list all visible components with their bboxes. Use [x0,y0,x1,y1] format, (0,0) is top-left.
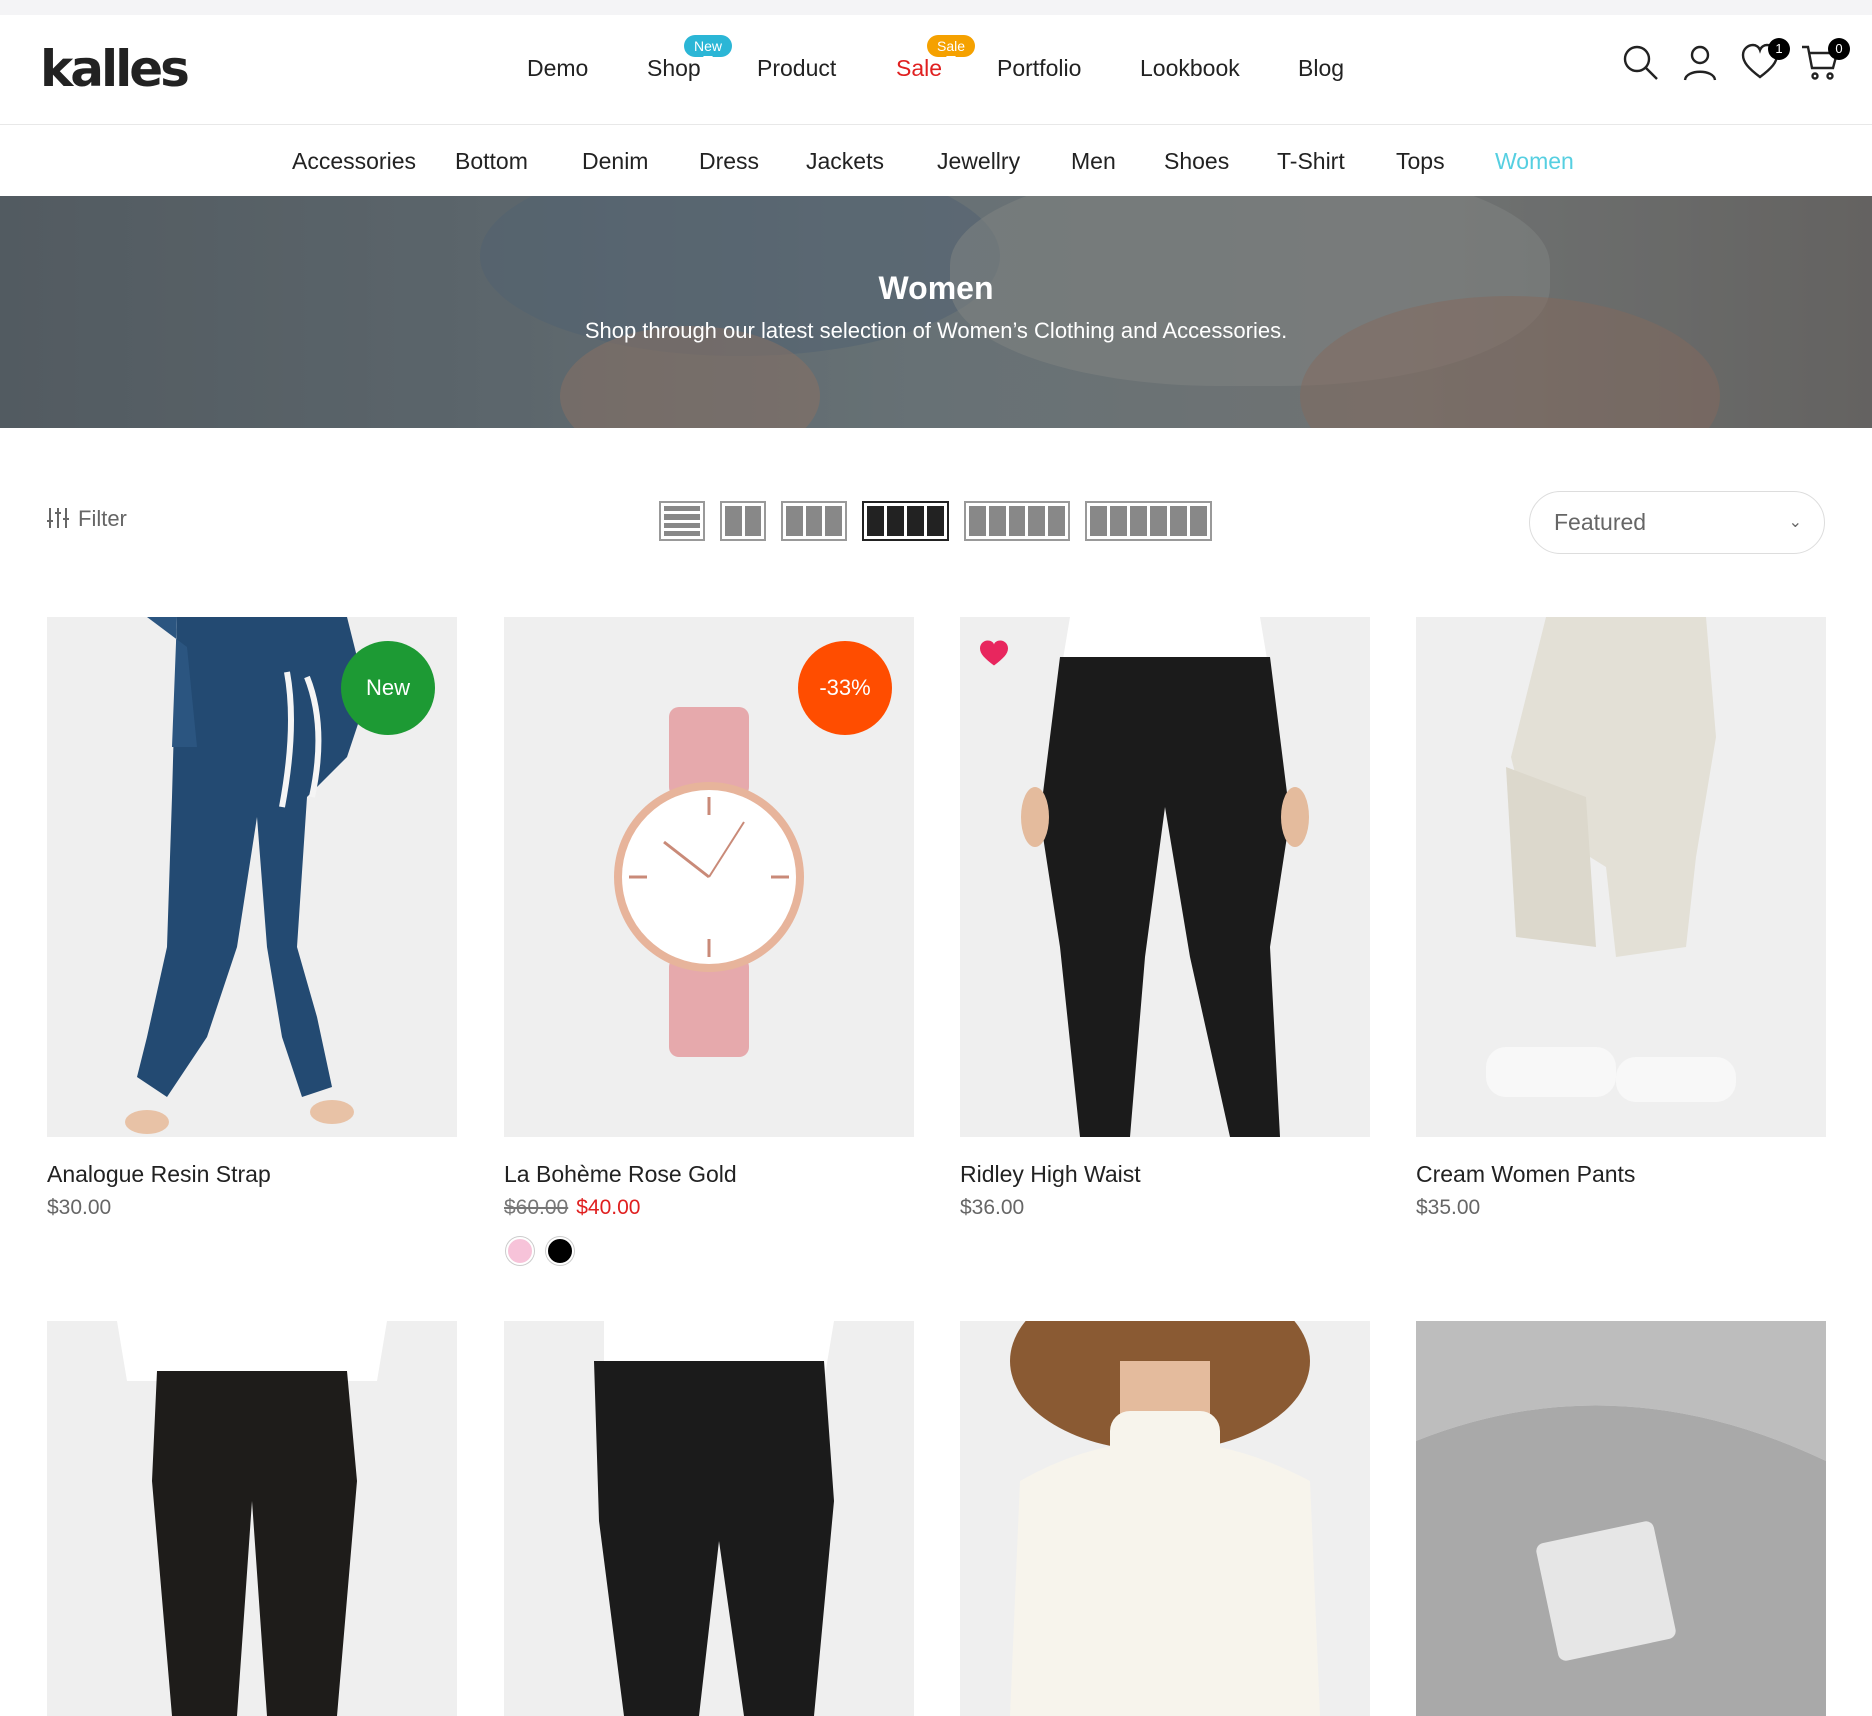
layout-5-columns-button[interactable] [964,501,1070,541]
category-men[interactable]: Men [1071,148,1116,175]
layout-3-columns-button[interactable] [781,501,847,541]
price: $35.00 [1416,1196,1481,1219]
banner-overlay [0,196,1872,428]
color-swatch-black[interactable] [546,1237,574,1265]
layout-4-columns-button[interactable] [862,501,949,541]
product-image[interactable] [1416,1321,1826,1716]
layout-list-button[interactable] [659,501,705,541]
product-title[interactable]: Ridley High Waist [960,1161,1141,1188]
product-card [47,1321,457,1716]
old-price: $60.00 [504,1196,569,1219]
top-strip [0,0,1872,15]
product-image[interactable]: -33% [504,617,914,1137]
nav-item-blog[interactable]: Blog [1298,55,1344,82]
nav-item-lookbook[interactable]: Lookbook [1140,55,1240,82]
cart-button[interactable]: 0 [1800,38,1850,86]
product-image[interactable] [47,1321,457,1716]
color-swatch-pink[interactable] [506,1237,534,1265]
wishlist-count: 1 [1768,38,1790,60]
layout-6-columns-button[interactable] [1085,501,1212,541]
sliders-icon [47,508,69,528]
nav-item-sale[interactable]: Sale [896,55,942,82]
product-card [1416,1321,1826,1716]
product-card [504,1321,914,1716]
nav-item-shop[interactable]: Shop [647,55,701,82]
product-price: $30.00 [47,1196,111,1220]
sort-select[interactable]: Featured ⌄ [1529,491,1825,554]
product-image[interactable] [960,617,1370,1137]
category-jackets[interactable]: Jackets [806,148,884,175]
category-jewellry[interactable]: Jewellry [937,148,1020,175]
product-title[interactable]: Cream Women Pants [1416,1161,1635,1188]
site-header: kalles Demo Shop New Product Sale Sale P… [0,15,1872,125]
chevron-down-icon: ⌄ [1788,514,1802,531]
nav-item-product[interactable]: Product [757,55,836,82]
nav-item-portfolio[interactable]: Portfolio [997,55,1081,82]
collection-title: Women [878,270,994,306]
product-image[interactable] [1416,617,1826,1137]
product-card [960,1321,1370,1716]
wishlist-heart-icon[interactable] [978,639,1010,672]
discount-badge: -33% [798,641,892,735]
category-tops[interactable]: Tops [1396,148,1445,175]
sort-value: Featured [1554,509,1647,535]
category-nav: Accessories Bottom Denim Dress Jackets J… [0,126,1872,196]
product-image[interactable]: New [47,617,457,1137]
collection-description: Shop through our latest selection of Wom… [584,318,1288,343]
wishlist-button[interactable]: 1 [1740,38,1790,86]
sale-badge: Sale [927,35,976,62]
filter-button[interactable]: Filter [46,506,127,532]
main-nav: Demo Shop New Product Sale Sale Portfoli… [0,15,1872,125]
user-icon[interactable] [1680,42,1724,86]
new-badge: New [684,35,733,62]
category-denim[interactable]: Denim [582,148,648,175]
filter-label: Filter [78,506,127,531]
price: $30.00 [47,1196,112,1219]
sale-price: $40.00 [576,1196,641,1219]
price: $36.00 [960,1196,1025,1219]
nav-item-demo[interactable]: Demo [527,55,588,82]
product-image[interactable] [960,1321,1370,1716]
product-title[interactable]: Analogue Resin Strap [47,1161,271,1188]
category-dress[interactable]: Dress [699,148,759,175]
search-icon[interactable] [1620,42,1664,86]
new-badge: New [341,641,435,735]
product-price: $60.00 $40.00 [504,1196,640,1220]
category-t-shirt[interactable]: T-Shirt [1277,148,1345,175]
category-accessories[interactable]: Accessories [292,148,416,175]
layout-2-columns-button[interactable] [720,501,766,541]
cart-count: 0 [1828,38,1850,60]
product-price: $36.00 [960,1196,1024,1220]
category-bottom[interactable]: Bottom [455,148,528,175]
product-image[interactable] [504,1321,914,1716]
collection-banner: Women Shop through our latest selection … [0,196,1872,428]
category-women[interactable]: Women [1495,148,1574,175]
category-shoes[interactable]: Shoes [1164,148,1229,175]
search-icon[interactable] [1374,45,1418,89]
product-price: $35.00 [1416,1196,1480,1220]
product-title[interactable]: La Bohème Rose Gold [504,1161,737,1188]
